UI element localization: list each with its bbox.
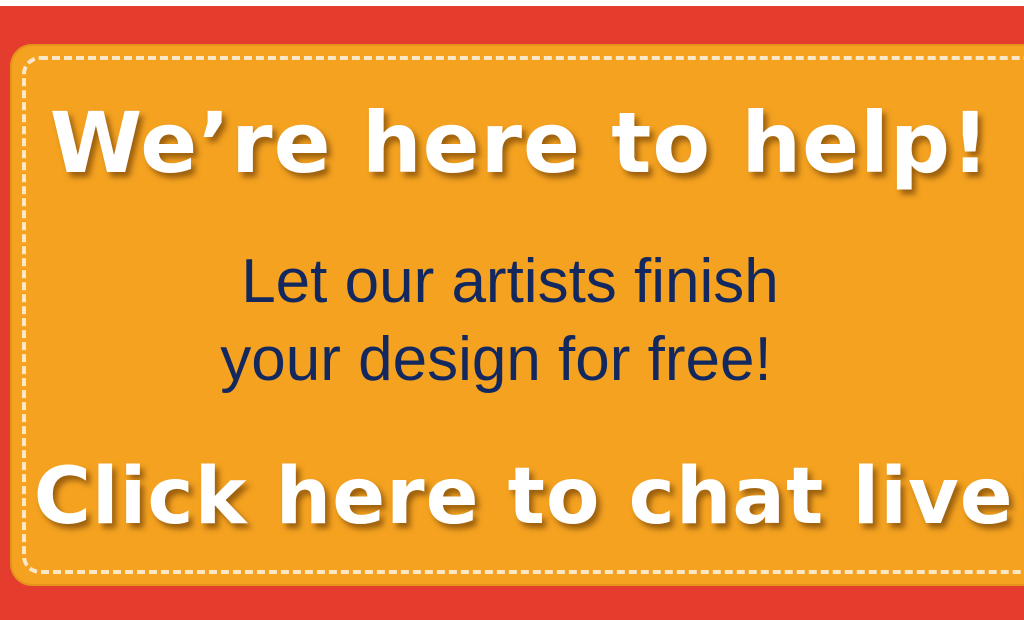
chat-banner[interactable]: We’re here to help! Let our artists fini… xyxy=(0,0,1024,620)
banner-subline-2: your design for free! xyxy=(220,325,772,394)
banner-headline: We’re here to help! xyxy=(49,94,991,192)
top-edge-strip xyxy=(0,0,1024,6)
banner-subline-1: Let our artists finish xyxy=(241,247,779,316)
banner-panel[interactable]: We’re here to help! Let our artists fini… xyxy=(10,44,1024,586)
chat-live-link[interactable]: Click here to chat live! xyxy=(22,452,1024,542)
